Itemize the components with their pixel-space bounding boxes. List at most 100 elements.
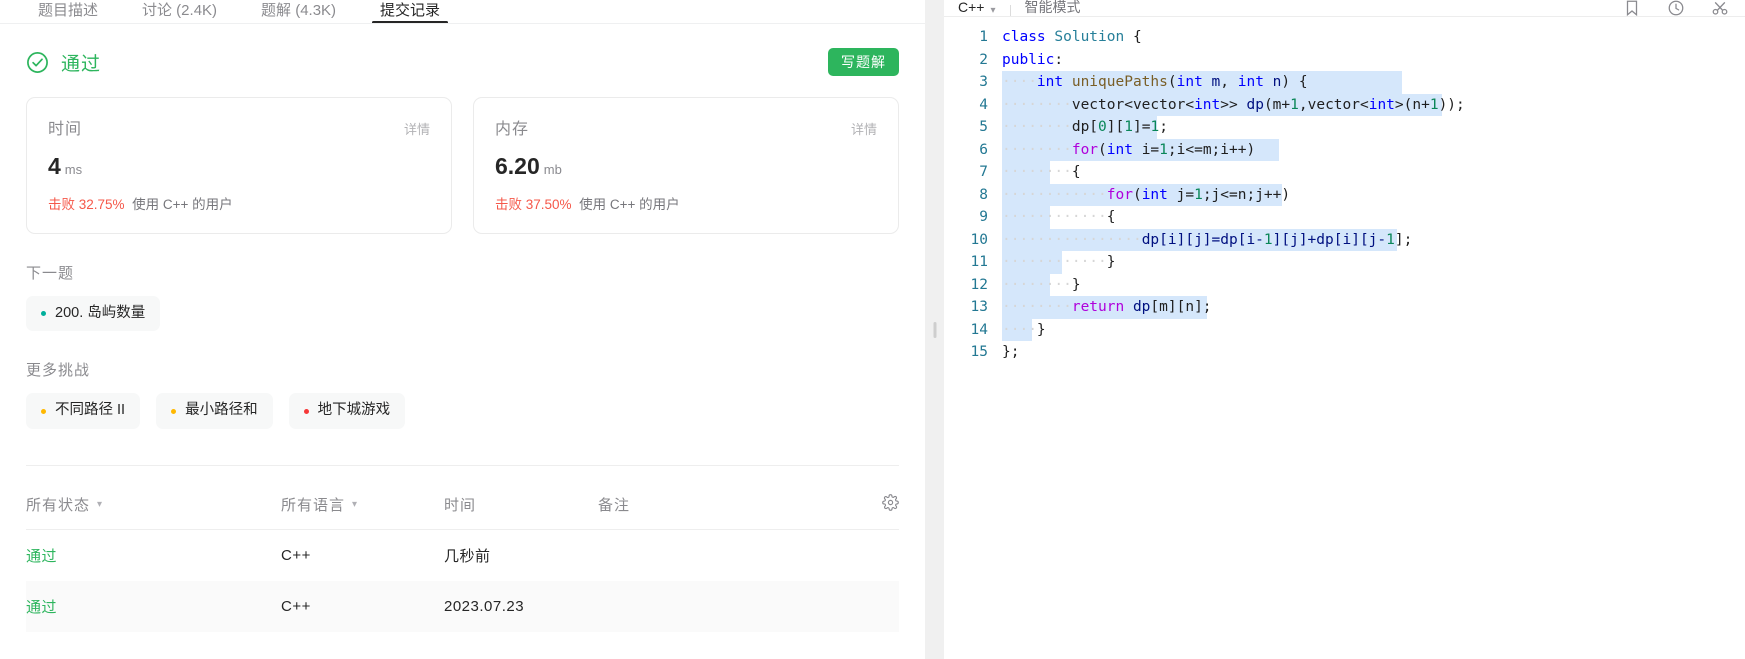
cell-time: 几秒前 bbox=[444, 547, 491, 565]
code-token: return bbox=[1071, 299, 1133, 315]
code-editor-content[interactable]: 1 class Solution {2 public: 3 ····int unique… bbox=[944, 17, 1745, 659]
code-line-text: class Solution { bbox=[1002, 26, 1745, 49]
code-token: [m][n]; bbox=[1150, 299, 1212, 315]
cell-status[interactable]: 通过 bbox=[26, 529, 281, 581]
line-number: 3 bbox=[979, 74, 988, 90]
indent-guide: ········ bbox=[1002, 299, 1072, 315]
code-token: int bbox=[1176, 74, 1212, 90]
next-problem-list: 200. 岛屿数量 bbox=[26, 296, 899, 332]
metric-detail-link[interactable]: 详情 bbox=[404, 119, 430, 138]
table-settings-cell[interactable] bbox=[839, 465, 899, 530]
challenge-chip-2[interactable]: 地下城游戏 bbox=[288, 393, 406, 429]
code-token: { bbox=[1106, 209, 1116, 225]
toolbar-divider bbox=[1009, 5, 1011, 16]
code-token: ( bbox=[1098, 141, 1107, 158]
metric-value: 4 ms bbox=[48, 153, 430, 180]
code-line-text: public: bbox=[1002, 49, 1745, 72]
code-line: 7 ········{ bbox=[944, 161, 1745, 184]
chevron-down-icon[interactable]: ▾ bbox=[97, 499, 103, 510]
metric-cards: 时间 详情 4 ms 击败 32.75% 使用 C++ 的用户 内存 详情 6.20 mb 击败 … bbox=[26, 97, 899, 234]
table-header-0[interactable]: 所有状态 ▾ bbox=[26, 465, 281, 530]
code-token: }; bbox=[1002, 344, 1020, 360]
code-line: 11 ············} bbox=[944, 251, 1745, 274]
line-number: 4 bbox=[979, 96, 988, 113]
code-token: 1 bbox=[1263, 231, 1273, 248]
indent-guide: ················ bbox=[1002, 231, 1142, 248]
language-selector[interactable]: C++ bbox=[958, 0, 984, 16]
table-row[interactable]: 通过 C++ 几秒前 bbox=[26, 529, 899, 581]
code-token: i= bbox=[1141, 141, 1160, 158]
line-number: 5 bbox=[979, 119, 988, 135]
code-token: ;i<=m;i++) bbox=[1167, 141, 1256, 158]
shuffle-icon[interactable] bbox=[1711, 0, 1729, 16]
code-token: dp[i][j]=dp[i- bbox=[1141, 231, 1264, 248]
beat-percent: 32.75% bbox=[78, 197, 125, 212]
cell-language: C++ bbox=[281, 546, 311, 564]
metric-detail-link[interactable]: 详情 bbox=[851, 119, 877, 138]
tab-1[interactable]: 讨论 (2.4K) bbox=[120, 1, 239, 23]
submission-status-link[interactable]: 通过 bbox=[26, 599, 57, 616]
next-problem-chip-0[interactable]: 200. 岛屿数量 bbox=[26, 296, 161, 332]
editor-mode-label[interactable]: 智能模式 bbox=[1025, 0, 1081, 16]
gear-icon[interactable] bbox=[882, 493, 899, 515]
code-line: 15}; bbox=[944, 341, 1745, 364]
submissions-table-head: 所有状态 ▾ 所有语言 ▾ 时间 备注 bbox=[26, 465, 899, 530]
table-header-label: 所有状态 bbox=[26, 496, 91, 514]
panel-splitter[interactable] bbox=[925, 0, 944, 659]
editor-toolbar-icons bbox=[1623, 0, 1729, 16]
line-number: 11 bbox=[970, 254, 988, 270]
code-line-text: ········dp[0][1]=1; bbox=[1002, 116, 1745, 139]
write-solution-button[interactable]: 写题解 bbox=[828, 48, 899, 76]
table-header-1[interactable]: 所有语言 ▾ bbox=[281, 465, 444, 530]
submission-status-link[interactable]: 通过 bbox=[26, 548, 57, 565]
line-number: 7 bbox=[979, 164, 988, 180]
line-number: 15 bbox=[970, 344, 988, 360]
code-line: 2 public: bbox=[944, 49, 1745, 72]
challenge-chip-0[interactable]: 不同路径 II bbox=[26, 393, 141, 429]
code-token: ]= bbox=[1132, 119, 1151, 135]
table-header-2: 时间 bbox=[444, 465, 598, 530]
code-token: : bbox=[1054, 51, 1064, 68]
code-line-text: ····} bbox=[1002, 318, 1745, 341]
code-token: { bbox=[1071, 164, 1081, 180]
indent-guide: ········ bbox=[1002, 276, 1072, 293]
splitter-grip[interactable] bbox=[933, 321, 936, 338]
cell-status[interactable]: 通过 bbox=[26, 581, 281, 632]
line-number: 6 bbox=[979, 141, 988, 158]
history-icon[interactable] bbox=[1667, 0, 1685, 16]
code-token: int bbox=[1194, 96, 1221, 113]
table-row[interactable]: 通过 C++ 2023.07.23 bbox=[26, 580, 899, 632]
submission-content: 通过 写题解 时间 详情 4 ms 击败 32.75% 使用 C++ 的用户 内存 详情 6.… bbox=[0, 47, 925, 632]
tab-2[interactable]: 题解 (4.3K) bbox=[239, 1, 358, 23]
bookmark-icon[interactable] bbox=[1623, 0, 1641, 16]
code-token: int bbox=[1106, 141, 1142, 158]
code-token: (m+ bbox=[1263, 96, 1291, 113]
code-token: >(n+ bbox=[1394, 96, 1430, 113]
code-token: 1 bbox=[1194, 186, 1203, 203]
code-line: 5 ········dp[0][1]=1; bbox=[944, 116, 1745, 139]
table-header-3: 备注 bbox=[598, 465, 839, 530]
code-token: for bbox=[1106, 186, 1133, 203]
line-number: 9 bbox=[979, 209, 988, 225]
beat-suffix: 使用 C++ 的用户 bbox=[579, 197, 680, 212]
more-challenges-label: 更多挑战 bbox=[26, 362, 91, 380]
code-line-text: ············for(int j=1;j<=n;j++) bbox=[1002, 183, 1745, 206]
difficulty-dot-icon bbox=[171, 408, 177, 414]
code-token: } bbox=[1071, 276, 1081, 293]
code-token: ][j]+dp[i][j- bbox=[1272, 231, 1387, 248]
code-line: 1 class Solution { bbox=[944, 26, 1745, 49]
status-badge: 通过 bbox=[61, 53, 102, 75]
code-token: )); bbox=[1438, 96, 1465, 113]
chevron-down-icon[interactable]: ▾ bbox=[352, 499, 358, 510]
code-token: public bbox=[1002, 51, 1055, 68]
tab-3[interactable]: 提交记录 bbox=[358, 1, 462, 23]
left-panel: 题目描述 讨论 (2.4K) 题解 (4.3K) 提交记录 通过 写题解 时间 详情 4 m… bbox=[0, 0, 925, 659]
indent-guide: ···· bbox=[1002, 321, 1037, 338]
challenge-chip-1[interactable]: 最小路径和 bbox=[156, 393, 273, 429]
chevron-down-icon[interactable]: ▾ bbox=[990, 5, 995, 16]
code-token: j= bbox=[1176, 186, 1195, 203]
tab-0[interactable]: 题目描述 bbox=[16, 1, 120, 23]
beat-suffix: 使用 C++ 的用户 bbox=[132, 197, 233, 212]
beat-prefix: 击败 bbox=[495, 197, 522, 212]
submissions-table: 所有状态 ▾ 所有语言 ▾ 时间 备注 通过 C++ 几秒前 通过 C++ 2023.07.23 bbox=[26, 465, 899, 632]
